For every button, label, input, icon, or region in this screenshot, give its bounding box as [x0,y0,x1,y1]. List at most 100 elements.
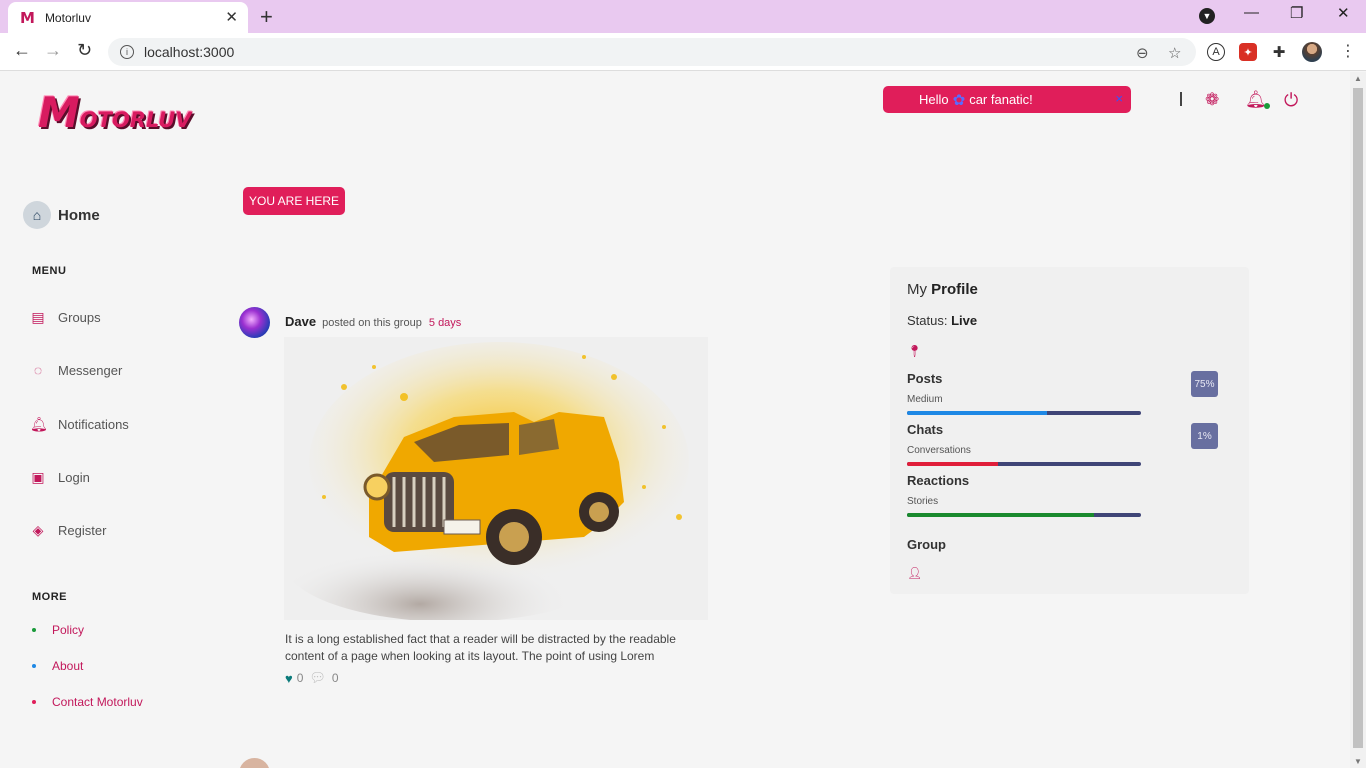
post-author-avatar[interactable] [239,307,270,338]
home-icon[interactable]: ⌂ [23,201,51,229]
reactions-progress-fill [907,513,1095,517]
bullet-dot [32,664,36,668]
chats-percent-badge: 1% [1191,423,1218,449]
bullet-dot [32,628,36,632]
online-status-dot [1264,103,1270,109]
zoom-icon[interactable]: ⊖ [1136,44,1149,62]
browser-tab-bar: M Motorluv ✕ + ▼ — ❐ ✕ [0,0,1366,33]
stat-sub-posts: Medium [907,394,943,405]
stat-sub-reactions: Stories [907,496,939,507]
back-icon[interactable]: ← [13,40,31,61]
heart-icon[interactable]: ♥ [285,671,293,686]
scrollbar-thumb[interactable] [1353,88,1363,748]
profile-status: Status: Live [907,313,978,328]
settings-gear-icon[interactable]: ❁ [1205,90,1219,110]
sidebar-item-label: Login [58,470,90,485]
forward-icon[interactable]: → [44,40,62,61]
scroll-up-icon[interactable]: ▲ [1354,74,1362,83]
user-icon: 👤︎ [907,566,923,580]
profile-avatar[interactable] [1302,42,1322,62]
car-illustration [284,337,708,620]
sidebar-item-login[interactable]: ▣ Login [30,469,90,486]
sidebar-item-groups[interactable]: ▤ Groups [30,309,101,326]
chat-bubble-icon: ◌ [33,362,43,378]
new-tab-icon[interactable]: + [260,4,273,30]
scroll-down-icon[interactable]: ▼ [1354,757,1362,766]
page-viewport: MOTORLUV Hello ✿ car fanatic! × ❁ 🔔︎ ⏻ Y… [0,72,1350,768]
close-banner-icon[interactable]: × [1115,91,1123,106]
page-scrollbar[interactable]: ▲ ▼ [1350,72,1366,768]
sidebar-item-label: Notifications [58,417,129,432]
menu-section-title: MENU [32,265,67,277]
post-header: Dave posted on this group 5 days [285,314,461,329]
extension-a-icon[interactable]: A [1207,43,1225,61]
posts-percent-badge: 75% [1191,371,1218,397]
comments-icon[interactable]: 💬︎ [309,670,326,686]
post-body: It is a long established fact that a rea… [285,632,676,663]
layers-icon: ◈ [32,522,44,538]
browser-tab[interactable]: M Motorluv ✕ [8,2,248,33]
more-item-policy[interactable]: Policy [32,623,84,637]
address-bar[interactable]: i localhost:3000 ⊖ ☆ [108,38,1196,66]
close-tab-icon[interactable]: ✕ [225,8,238,26]
sidebar-item-label: Groups [58,310,101,325]
browser-menu-icon[interactable]: ⋮ [1340,41,1356,61]
profile-card: My Profile Status: Live 📍︎ Posts Medium … [890,267,1249,594]
sidebar-item-register[interactable]: ◈ Register [30,522,107,539]
close-window-icon[interactable]: ✕ [1337,4,1350,22]
post-action: posted on this group [322,317,422,329]
sidebar-item-label: Messenger [58,362,123,378]
next-post-avatar[interactable] [239,758,270,768]
chats-progress-fill [907,462,999,466]
chats-progress-bar [907,462,1141,466]
stat-name-posts: Posts [907,371,943,386]
reload-icon[interactable]: ↻ [77,40,92,61]
address-toolbar: ← → ↻ i localhost:3000 ⊖ ☆ A ✦ ✚ ⋮ [0,33,1366,71]
post-author[interactable]: Dave [285,314,316,329]
posts-progress-bar [907,411,1141,415]
more-item-label: Contact Motorluv [52,695,143,709]
profile-title: My Profile [907,281,978,298]
more-item-label: About [52,659,84,673]
group-label: Group [907,537,946,552]
stat-sub-chats: Conversations [907,445,971,456]
comments-count: 0 [331,671,339,685]
sidebar-item-notifications[interactable]: 🔔︎ Notifications [30,416,129,433]
more-item-label: Policy [52,623,85,637]
minimize-icon[interactable]: — [1244,4,1259,21]
post-time: 5 days [428,317,462,329]
stat-name-chats: Chats [907,422,944,437]
bookmark-star-icon[interactable]: ☆ [1168,44,1181,62]
url-text: localhost:3000 [144,44,235,60]
sidebar-item-messenger[interactable]: ◌ Messenger [30,362,122,378]
status-value: Live [951,313,978,328]
hello-banner: Hello ✿ car fanatic! × [883,86,1131,113]
more-section-title: MORE [32,591,67,603]
tab-search-icon[interactable]: ▼ [1199,8,1215,24]
document-icon: ▤ [31,309,45,325]
hello-prefix: Hello [919,92,949,107]
power-logout-icon[interactable]: ⏻ [1284,90,1298,111]
motorluv-logo[interactable]: MOTORLUV [38,88,192,137]
post-image-car[interactable] [284,337,708,620]
reactions-progress-bar [907,513,1141,517]
extensions-puzzle-icon[interactable]: ✚ [1270,43,1288,61]
more-item-about[interactable]: About [32,659,83,673]
sidebar-item-label: Register [58,523,107,538]
site-info-icon[interactable]: i [120,45,134,59]
hello-suffix: car fanatic! [969,92,1033,107]
bell-icon: 🔔︎ [30,416,48,432]
location-pin-icon: 📍︎ [907,344,923,358]
window-icon: ▣ [31,469,45,485]
restore-icon[interactable]: ❐ [1290,4,1303,22]
motorluv-favicon: M [20,8,35,27]
more-item-contact[interactable]: Contact Motorluv [32,695,143,709]
breadcrumb-badge: YOU ARE HERE [243,187,346,215]
extension-red-icon[interactable]: ✦ [1239,43,1257,61]
post-stats: ♥ 0 💬︎ 0 [285,670,339,686]
posts-progress-fill [907,411,1048,415]
home-link[interactable]: Home [58,207,100,224]
stat-name-reactions: Reactions [907,473,970,488]
tab-title: Motorluv [44,10,91,25]
header-divider [1180,92,1182,106]
